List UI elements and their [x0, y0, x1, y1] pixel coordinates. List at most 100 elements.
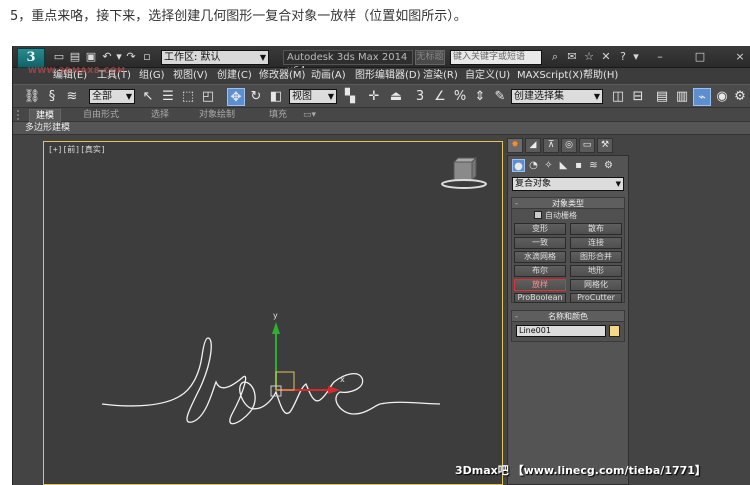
tab-freeform[interactable]: 自由形式	[83, 109, 119, 121]
select-and-rotate-icon[interactable]: ↻	[247, 88, 265, 106]
tools-icon[interactable]: ✕	[599, 50, 613, 64]
procutter-button[interactable]: ProCutter	[570, 293, 622, 303]
graphite-toolset-icon[interactable]: ▥	[673, 88, 691, 106]
menu-rendering[interactable]: 渲染(R)	[423, 70, 458, 82]
select-object-icon[interactable]: ↖	[139, 88, 157, 106]
create-tab-icon[interactable]: ✸	[507, 138, 523, 153]
menu-group[interactable]: 组(G)	[139, 70, 165, 82]
mesher-button[interactable]: 网格化	[570, 279, 622, 291]
rectangular-selection-icon[interactable]: ⬚	[179, 88, 197, 106]
helpers-icon[interactable]: ▪	[572, 159, 585, 172]
selection-filter-select[interactable]: 全部 ▼	[89, 89, 135, 104]
name-and-color-header[interactable]: - 名称和颜色	[512, 311, 624, 322]
front-viewport[interactable]: [+][前][真实] y x	[43, 141, 503, 485]
minimize-icon[interactable]: –	[653, 50, 667, 64]
favorites-icon[interactable]: ☆	[582, 50, 596, 64]
select-and-move-icon[interactable]: ✥	[227, 88, 245, 106]
object-color-swatch[interactable]	[609, 325, 620, 337]
select-and-scale-icon[interactable]: ◧	[267, 88, 285, 106]
hierarchy-tab-icon[interactable]: ⊼	[543, 138, 559, 153]
project-folder-icon[interactable]: ▫	[141, 51, 153, 63]
autogrid-checkbox[interactable]: 自动栅格	[534, 211, 577, 221]
morph-button[interactable]: 变形	[514, 223, 566, 235]
menu-animation[interactable]: 动画(A)	[311, 70, 346, 82]
bind-space-warp-icon[interactable]: ≋	[63, 88, 81, 106]
undo-dropdown-icon[interactable]: ▾	[113, 51, 125, 63]
shapemerge-button[interactable]: 图形合并	[570, 251, 622, 263]
reference-coordinate-select[interactable]: 视图 ▼	[289, 89, 337, 104]
select-by-name-icon[interactable]: ☰	[159, 88, 177, 106]
select-and-link-icon[interactable]: ⛓	[23, 88, 41, 106]
object-type-header[interactable]: - 对象类型	[512, 198, 624, 209]
app-logo-button[interactable]: 3	[17, 48, 45, 68]
ribbon-handle[interactable]	[17, 110, 27, 120]
systems-icon[interactable]: ⚙	[602, 159, 615, 172]
conform-button[interactable]: 一致	[514, 237, 566, 249]
display-tab-icon[interactable]: ▭	[579, 138, 595, 153]
menu-views[interactable]: 视图(V)	[173, 70, 208, 82]
utilities-tab-icon[interactable]: ⚒	[597, 138, 613, 153]
shapes-icon[interactable]: ◔	[527, 159, 540, 172]
tab-selection[interactable]: 选择	[151, 109, 169, 121]
blobmesh-button[interactable]: 水滴网格	[514, 251, 566, 263]
pivot-center-icon[interactable]: ▚	[341, 88, 359, 106]
menu-maxscript[interactable]: MAXScript(X)	[517, 70, 583, 82]
connect-button[interactable]: 连接	[570, 237, 622, 249]
percent-snap-icon[interactable]: %	[451, 88, 469, 106]
menu-help[interactable]: 帮助(H)	[583, 70, 618, 82]
mirror-icon[interactable]: ◫	[609, 88, 627, 106]
align-icon[interactable]: ⊟	[629, 88, 647, 106]
boolean-button[interactable]: 布尔	[514, 265, 566, 277]
new-file-icon[interactable]: ▭	[53, 51, 65, 63]
curve-editor-icon[interactable]: ⌁	[693, 88, 711, 106]
tab-populate[interactable]: 填充	[269, 109, 287, 121]
modify-tab-icon[interactable]: ◢	[525, 138, 541, 153]
viewcube-icon[interactable]	[441, 156, 487, 189]
snaps-toggle-icon[interactable]: 3	[411, 88, 429, 106]
scatter-button[interactable]: 散布	[570, 223, 622, 235]
search-icon[interactable]: ⌕	[548, 50, 562, 64]
object-category-select[interactable]: 复合对象 ▼	[512, 177, 624, 191]
geometry-icon[interactable]: ●	[512, 159, 525, 172]
line001-spline[interactable]	[101, 337, 441, 425]
render-setup-icon[interactable]: ⚙	[731, 88, 749, 106]
communication-center-icon[interactable]: ✉	[565, 50, 579, 64]
layer-manager-icon[interactable]: ▤	[653, 88, 671, 106]
proboolean-button[interactable]: ProBoolean	[514, 293, 566, 303]
loft-button[interactable]: 放样	[514, 279, 566, 291]
chevron-down-icon: ▼	[259, 53, 266, 62]
menu-customize[interactable]: 自定义(U)	[465, 70, 510, 82]
keyboard-shortcut-override-icon[interactable]: ⏏	[387, 88, 405, 106]
menu-graph-editors[interactable]: 图形编辑器(D)	[355, 70, 421, 82]
named-selection-select[interactable]: 创建选择集 ▼	[511, 89, 603, 104]
maximize-icon[interactable]: □	[693, 50, 707, 64]
spinner-snap-icon[interactable]: ⇕	[471, 88, 489, 106]
space-warps-icon[interactable]: ≋	[587, 159, 600, 172]
lights-icon[interactable]: ✧	[542, 159, 555, 172]
tab-modeling[interactable]: 建模	[29, 109, 62, 122]
workspace-select[interactable]: 工作区: 默认 ▼	[161, 50, 269, 65]
search-input[interactable]: 键入关键字或短语	[450, 50, 542, 65]
ribbon-options-icon[interactable]: ▭▾	[303, 109, 316, 121]
menu-create[interactable]: 创建(C)	[217, 70, 252, 82]
help-dropdown-icon[interactable]: ▾	[629, 50, 643, 64]
material-editor-icon[interactable]: ◉	[713, 88, 731, 106]
object-name-field[interactable]: Line001	[516, 325, 606, 337]
save-file-icon[interactable]: ▣	[85, 51, 97, 63]
undo-icon[interactable]: ↶	[101, 51, 113, 63]
tab-object-paint[interactable]: 对象绘制	[199, 109, 235, 121]
close-icon[interactable]: ×	[733, 50, 747, 64]
angle-snap-icon[interactable]: ∠	[431, 88, 449, 106]
redo-icon[interactable]: ↷	[125, 51, 137, 63]
terrain-button[interactable]: 地形	[570, 265, 622, 277]
motion-tab-icon[interactable]: ◎	[561, 138, 577, 153]
edit-named-selection-icon[interactable]: ✎	[491, 88, 509, 106]
help-icon[interactable]: ?	[616, 50, 630, 64]
unlink-icon[interactable]: §	[43, 88, 61, 106]
ribbon-panel-label[interactable]: 多边形建模	[25, 122, 70, 135]
menu-modifiers[interactable]: 修改器(M)	[259, 70, 305, 82]
window-crossing-icon[interactable]: ◰	[199, 88, 217, 106]
select-and-manipulate-icon[interactable]: ✛	[365, 88, 383, 106]
open-file-icon[interactable]: ▤	[69, 51, 81, 63]
cameras-icon[interactable]: ◣	[557, 159, 570, 172]
